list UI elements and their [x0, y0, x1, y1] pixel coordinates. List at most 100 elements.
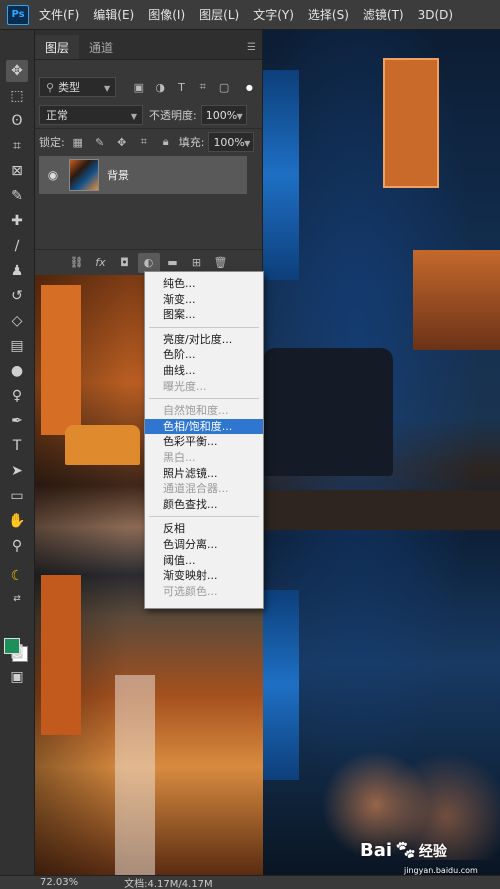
- menu-item-curves[interactable]: 曲线...: [145, 363, 263, 379]
- opacity-label: 不透明度:: [149, 109, 197, 122]
- menu-edit[interactable]: 编辑(E): [93, 6, 134, 23]
- swap-colors-icon[interactable]: ⇄: [6, 588, 28, 610]
- paw-icon: 🐾︎: [394, 840, 417, 861]
- menu-item-photo-filter[interactable]: 照片滤镜...: [145, 466, 263, 482]
- menu-select[interactable]: 选择(S): [308, 6, 349, 23]
- menu-item-exposure: 曝光度...: [163, 379, 207, 393]
- fx-icon[interactable]: fx: [90, 253, 112, 273]
- lock-position-icon[interactable]: ✥: [113, 133, 131, 151]
- watermark-brand-cn: 经验: [418, 844, 447, 860]
- history-brush-icon[interactable]: ↺: [6, 285, 28, 307]
- menu-item-brightness-contrast[interactable]: 亮度/对比度...: [145, 332, 263, 348]
- menu-item-posterize[interactable]: 色调分离...: [145, 537, 263, 553]
- menu-separator: [149, 516, 259, 518]
- trash-icon[interactable]: 🗑︎: [210, 253, 232, 273]
- layer-row-background[interactable]: ◉ 背景: [39, 156, 247, 194]
- layers-panel: 图层 通道 ☰ ⚲ 类型 ▼ ▣ ◑ T ⌗ ▢ ● 正常 ▼ 不透明度: 10…: [35, 30, 263, 275]
- new-layer-icon[interactable]: ⊞: [186, 253, 208, 273]
- tab-layers[interactable]: 图层: [35, 35, 80, 59]
- screen-mode-icon[interactable]: ▣: [6, 666, 28, 688]
- banana-icon[interactable]: ☾: [6, 565, 28, 587]
- link-layers-icon[interactable]: ⛓: [66, 253, 88, 273]
- menu-item-gradient-map[interactable]: 渐变映射...: [145, 568, 263, 584]
- rectangle-tool-icon[interactable]: ▭: [6, 485, 28, 507]
- blur-tool-icon[interactable]: ●: [6, 360, 28, 382]
- menu-item-vibrance: 自然饱和度...: [163, 404, 229, 418]
- menu-item-channel-mixer: 通道混合器...: [163, 482, 229, 496]
- filter-type-icon[interactable]: T: [173, 78, 190, 96]
- menu-file[interactable]: 文件(F): [39, 6, 79, 23]
- menu-filter[interactable]: 滤镜(T): [363, 6, 404, 23]
- eraser-tool-icon[interactable]: ◇: [6, 310, 28, 332]
- menu-item-color-balance[interactable]: 色彩平衡...: [145, 434, 263, 450]
- foreground-color-swatch[interactable]: [4, 638, 20, 654]
- menu-type[interactable]: 文字(Y): [253, 6, 294, 23]
- taxi-cab: [65, 425, 140, 465]
- lock-transparent-icon[interactable]: ▦: [69, 133, 87, 151]
- lock-label: 锁定:: [39, 136, 65, 149]
- menu-item-gradient[interactable]: 渐变...: [145, 292, 263, 308]
- blend-mode-select[interactable]: 正常 ▼: [39, 105, 143, 125]
- dodge-tool-icon[interactable]: ♀: [6, 385, 28, 407]
- menu-layer[interactable]: 图层(L): [199, 6, 239, 23]
- baidu-watermark: Bai 🐾︎ 经验: [360, 840, 447, 861]
- blend-row: 正常 ▼ 不透明度: 100% ▼: [39, 104, 258, 126]
- pen-tool-icon[interactable]: ✒: [6, 410, 28, 432]
- healing-brush-icon[interactable]: ✚: [6, 210, 28, 232]
- menu-item-hue-saturation[interactable]: 色相/饱和度...: [145, 418, 263, 435]
- filter-smart-object-icon[interactable]: ▢: [215, 78, 232, 96]
- visibility-eye-icon[interactable]: ◉: [43, 168, 63, 182]
- hand-tool-icon[interactable]: ✋: [6, 510, 28, 532]
- layer-name: 背景: [107, 169, 129, 182]
- brush-tool-icon[interactable]: ∕: [6, 235, 28, 257]
- type-tool-icon[interactable]: T: [6, 435, 28, 457]
- lock-artboard-icon[interactable]: ⌗: [135, 133, 153, 151]
- menu-item-color-lookup[interactable]: 颜色查找...: [145, 497, 263, 513]
- filter-shape-icon[interactable]: ⌗: [194, 78, 211, 96]
- filter-toggle-icon[interactable]: ●: [241, 78, 258, 96]
- building-reflection: [115, 675, 155, 875]
- suv-vehicle: [263, 348, 393, 476]
- clone-stamp-icon[interactable]: ♟: [6, 260, 28, 282]
- menu-separator: [149, 326, 259, 328]
- opacity-input[interactable]: 100% ▼: [200, 105, 247, 125]
- storefront: [413, 250, 500, 350]
- frame-tool-icon[interactable]: ⊠: [6, 160, 28, 182]
- menu-item-black-white: 黑白...: [163, 450, 196, 464]
- menu-image[interactable]: 图像(I): [148, 6, 185, 23]
- menu-item-threshold[interactable]: 阈值...: [145, 553, 263, 569]
- menu-item-invert[interactable]: 反相: [145, 521, 263, 537]
- panel-menu-icon[interactable]: ☰: [247, 42, 256, 53]
- menu-item-pattern[interactable]: 图案...: [145, 307, 263, 323]
- adjustment-layer-icon[interactable]: ◐: [137, 252, 160, 273]
- chevron-down-icon: ▼: [236, 112, 243, 121]
- fill-value: 100%: [213, 135, 245, 149]
- menu-item-solid-color[interactable]: 纯色...: [145, 276, 263, 292]
- filter-pixel-icon[interactable]: ▣: [130, 78, 147, 96]
- billboard-tower: [263, 70, 299, 280]
- move-tool-icon[interactable]: ✥: [6, 60, 28, 82]
- panel-tabs: 图层 通道 ☰: [35, 30, 262, 60]
- opacity-value: 100%: [205, 108, 238, 122]
- eyedropper-tool-icon[interactable]: ✎: [6, 185, 28, 207]
- zoom-level[interactable]: 72.03%: [40, 877, 78, 888]
- add-mask-icon[interactable]: ◘: [114, 253, 136, 273]
- lock-all-icon[interactable]: 🔒︎: [157, 133, 175, 151]
- gradient-tool-icon[interactable]: ▤: [6, 335, 28, 357]
- tab-channels[interactable]: 通道: [79, 35, 123, 59]
- document-canvas[interactable]: [263, 30, 500, 875]
- menu-item-levels[interactable]: 色阶...: [145, 347, 263, 363]
- lasso-tool-icon[interactable]: ʘ: [6, 110, 28, 132]
- filter-adjustment-icon[interactable]: ◑: [152, 78, 169, 96]
- lock-image-icon[interactable]: ✎: [91, 133, 109, 151]
- zoom-tool-icon[interactable]: ⚲: [6, 535, 28, 557]
- new-group-icon[interactable]: ▬: [162, 253, 184, 273]
- fill-input[interactable]: 100% ▼: [208, 132, 255, 152]
- menu-3d[interactable]: 3D(D): [418, 8, 453, 22]
- crop-tool-icon[interactable]: ⌗: [6, 135, 28, 157]
- marquee-tool-icon[interactable]: ⬚: [6, 85, 28, 107]
- layer-filter-select[interactable]: ⚲ 类型 ▼: [39, 77, 117, 97]
- photoshop-logo: Ps: [7, 4, 29, 25]
- menu-separator: [149, 398, 259, 400]
- path-selection-icon[interactable]: ➤: [6, 460, 28, 482]
